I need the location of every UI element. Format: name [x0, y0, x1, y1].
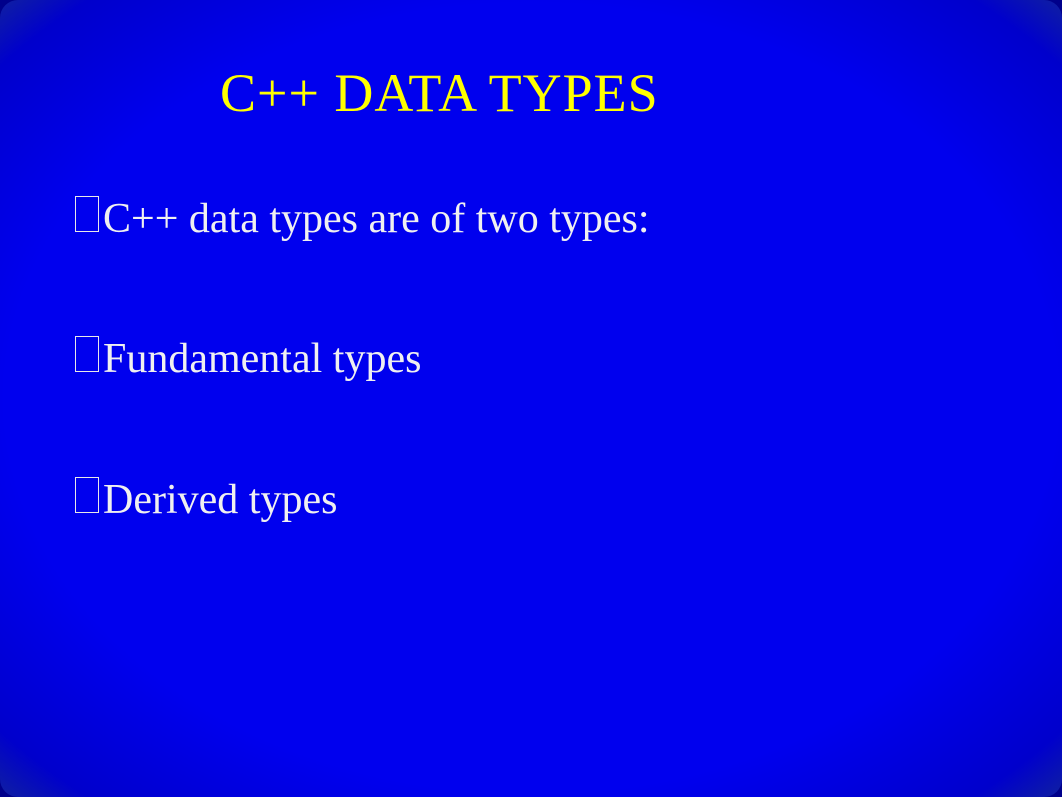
bullet-icon: [75, 477, 99, 513]
bullet-item: Fundamental types: [75, 334, 1062, 384]
bullet-text: Derived types: [103, 475, 337, 525]
slide-container: C++ DATA TYPES C++ data types are of two…: [0, 0, 1062, 797]
bullet-item: C++ data types are of two types:: [75, 194, 1062, 244]
slide-title: C++ DATA TYPES: [0, 0, 1062, 124]
bullet-icon: [75, 336, 99, 372]
slide-content: C++ data types are of two types: Fundame…: [0, 124, 1062, 525]
bullet-icon: [75, 196, 99, 232]
bullet-text: Fundamental types: [103, 334, 421, 384]
bullet-item: Derived types: [75, 475, 1062, 525]
bullet-text: C++ data types are of two types:: [103, 194, 650, 244]
